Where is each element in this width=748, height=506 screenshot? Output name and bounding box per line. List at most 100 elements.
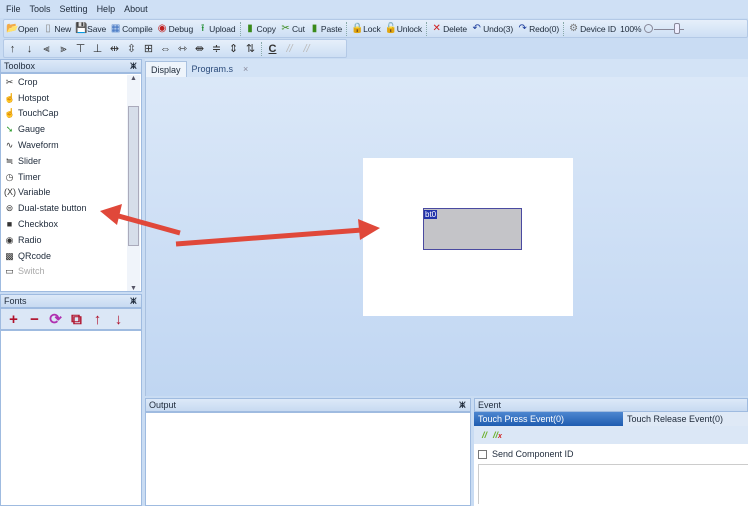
vspace-icon[interactable]: ≑	[211, 43, 222, 55]
toolbox-item-variable[interactable]: (X) Variable	[1, 185, 141, 201]
toolbox-scrollbar[interactable]: ▲ ▼	[127, 75, 140, 291]
editor-tabs: Display Program.s ×	[145, 59, 748, 77]
toolbox-item-slider[interactable]: ≒ Slider	[1, 153, 141, 169]
new-file-icon: ▯	[45, 22, 51, 34]
comment-icon[interactable]: //	[284, 43, 295, 55]
compile-button[interactable]: ▦ Compile	[108, 23, 154, 35]
toolbar-separator	[239, 21, 241, 36]
toolbox-item-hotspot[interactable]: ☝ Hotspot	[1, 90, 141, 106]
toolbox-item-gauge[interactable]: ➘ Gauge	[1, 121, 141, 137]
zoom-slider[interactable]	[644, 22, 685, 35]
device-id-button[interactable]: ⚙ Device ID	[566, 23, 618, 35]
pin-icon[interactable]: ⵥ	[130, 60, 137, 72]
dual-state-button-component[interactable]: bt0	[423, 208, 522, 250]
pin-icon[interactable]: ⵥ	[459, 399, 466, 411]
component-label: bt0	[424, 210, 438, 219]
save-button[interactable]: 💾 Save	[73, 23, 108, 35]
send-component-id-checkbox[interactable]	[478, 449, 487, 459]
align-right-icon[interactable]: ⫸	[58, 43, 69, 55]
toolbox-item-crop[interactable]: ✂ Crop	[1, 74, 141, 90]
toolbox-item-label: Dual-state button	[18, 203, 87, 214]
same-width-icon[interactable]: ⇔	[160, 43, 171, 55]
debug-button[interactable]: ◉ Debug	[155, 23, 196, 35]
scroll-thumb[interactable]	[128, 106, 139, 246]
design-canvas[interactable]: bt0	[145, 77, 748, 396]
device-screen[interactable]: bt0	[363, 158, 573, 316]
move-up-icon[interactable]: ↑	[7, 43, 18, 55]
tab-touch-press-event[interactable]: Touch Press Event(0)	[474, 412, 623, 426]
button-label: Debug	[168, 23, 194, 34]
comment-icon[interactable]: //	[482, 430, 487, 440]
paste-button[interactable]: ▮ Paste	[307, 23, 344, 35]
toolbar-separator	[563, 21, 565, 36]
unlock-button[interactable]: 🔓 Unlock	[383, 23, 424, 35]
tab-program[interactable]: Program.s	[187, 61, 239, 77]
radio-icon: ◉	[5, 234, 14, 245]
hspace-inc-icon[interactable]: ⇿	[177, 43, 188, 55]
center-icon[interactable]: ⊞	[143, 43, 154, 55]
delete-button[interactable]: ✕ Delete	[429, 23, 469, 35]
fonts-list[interactable]	[0, 330, 142, 506]
arrow-up-icon[interactable]: ↑	[90, 311, 105, 328]
toolbox-item-dual-state-button[interactable]: ⊜ Dual-state button	[1, 200, 141, 216]
toolbox-item-label: Radio	[18, 234, 42, 245]
zoom-out-icon[interactable]	[644, 23, 654, 33]
hspace-dec-icon[interactable]: ⇼	[194, 43, 205, 55]
redo-button[interactable]: ↷ Redo(0)	[515, 23, 561, 35]
toolbox-item-timer[interactable]: ◷ Timer	[1, 169, 141, 185]
send-component-id-label: Send Component ID	[492, 449, 574, 459]
open-button[interactable]: 📂 Open	[4, 23, 40, 35]
align-left-icon[interactable]: ⫷	[41, 43, 52, 55]
lock-button[interactable]: 🔒 Lock	[349, 23, 383, 35]
button-label: New	[54, 23, 72, 34]
center-vertical-icon[interactable]: ⇳	[126, 43, 137, 55]
add-icon[interactable]: +	[6, 311, 21, 328]
toolbox-item-label: QRcode	[18, 250, 52, 261]
center-horizontal-icon[interactable]: ⇹	[109, 43, 120, 55]
vspace-inc-icon[interactable]: ⇕	[228, 43, 239, 55]
upload-button[interactable]: ⭱ Upload	[195, 23, 237, 35]
pin-icon[interactable]: ⵥ	[130, 295, 137, 307]
new-button[interactable]: ▯ New	[40, 23, 73, 35]
output-text[interactable]	[145, 412, 471, 506]
toolbox-item-waveform[interactable]: ∿ Waveform	[1, 137, 141, 153]
slider-icon: ≒	[5, 155, 14, 166]
remove-icon[interactable]: −	[27, 311, 42, 328]
uncomment-icon[interactable]: //x	[493, 430, 502, 440]
toolbox-panel: Toolbox ⵥ ▲ ▼ ✂ Crop ☝ Hotspot ☝ TouchCap ➘ Gaug…	[0, 59, 142, 292]
scroll-up-icon[interactable]: ▲	[127, 75, 140, 82]
align-top-icon[interactable]: ⊤	[75, 43, 86, 55]
undo-button[interactable]: ↶ Undo(3)	[469, 23, 515, 35]
arrow-down-icon[interactable]: ↓	[111, 311, 126, 328]
align-bottom-icon[interactable]: ⊥	[92, 43, 103, 55]
button-label: Lock	[363, 23, 381, 34]
toolbox-item-switch[interactable]: ▭ Switch	[1, 264, 141, 280]
tab-display[interactable]: Display	[145, 61, 187, 77]
move-down-icon[interactable]: ↓	[24, 43, 35, 55]
menu-about[interactable]: About	[124, 4, 148, 14]
scroll-down-icon[interactable]: ▼	[127, 285, 140, 291]
toolbox-item-checkbox[interactable]: ■ Checkbox	[1, 216, 141, 232]
button-label: Upload	[209, 23, 236, 34]
toolbox-item-qrcode[interactable]: ▩ QRcode	[1, 248, 141, 264]
waveform-icon: ∿	[5, 140, 14, 151]
cut-button[interactable]: ✂ Cut	[278, 23, 307, 35]
code-icon[interactable]: C	[267, 43, 278, 55]
zoom-slider-thumb[interactable]	[674, 22, 681, 34]
toolbox-item-radio[interactable]: ◉ Radio	[1, 232, 141, 248]
toolbox-item-touchcap[interactable]: ☝ TouchCap	[1, 106, 141, 122]
vspace-dec-icon[interactable]: ⇅	[245, 43, 256, 55]
edit-icon[interactable]: ⧉	[69, 311, 84, 328]
menu-help[interactable]: Help	[97, 4, 116, 14]
tab-touch-release-event[interactable]: Touch Release Event(0)	[623, 412, 723, 426]
refresh-icon[interactable]: ⟳	[48, 310, 63, 328]
copy-button[interactable]: ▮ Copy	[243, 23, 278, 35]
event-code-editor[interactable]	[478, 464, 748, 504]
button-label: Device ID	[580, 23, 617, 34]
menu-tools[interactable]: Tools	[30, 4, 51, 14]
menu-file[interactable]: File	[6, 4, 21, 14]
uncomment-icon[interactable]: //	[301, 43, 312, 55]
menu-setting[interactable]: Setting	[60, 4, 88, 14]
event-panel: Event Touch Press Event(0) Touch Release…	[474, 398, 748, 506]
close-tab-icon[interactable]: ×	[238, 61, 253, 77]
